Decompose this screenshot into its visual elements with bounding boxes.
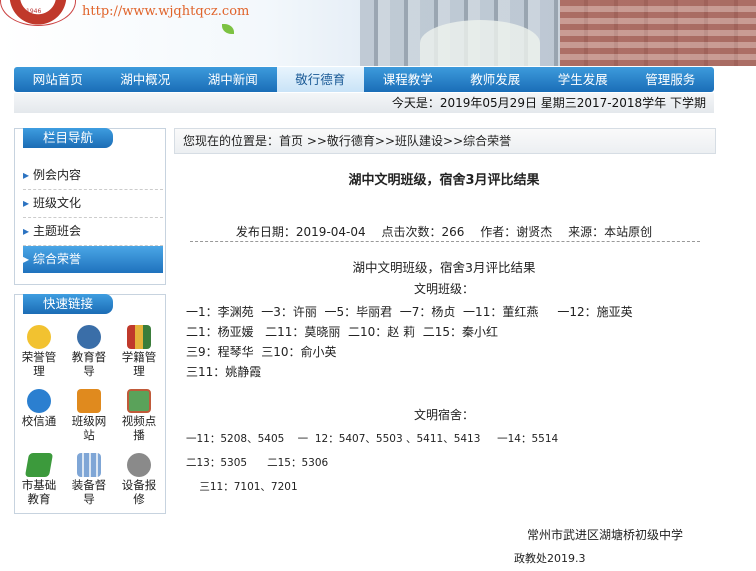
quick-link-label: 荣誉管理 bbox=[21, 350, 57, 378]
breadcrumb-text[interactable]: 您现在的位置是：首页 >>敬行德育>>班队建设>>综合荣誉 bbox=[175, 134, 511, 148]
quick-link-student-records[interactable]: 学籍管理 bbox=[117, 325, 161, 378]
sidebar-item-honors[interactable]: ▸ 综合荣誉 bbox=[23, 246, 163, 273]
gears-icon bbox=[127, 453, 151, 477]
article-subtitle: 湖中文明班级，宿舍3月评比结果 bbox=[352, 260, 536, 275]
date-bar: 今天是：2019年05月29日 星期三2017-2018学年 下学期 bbox=[14, 93, 714, 113]
sidebar-item-theme-meeting[interactable]: ▸ 主题班会 bbox=[23, 218, 163, 246]
nav-item-moral-education[interactable]: 敬行德育 bbox=[276, 67, 364, 92]
bullet-icon: ▸ bbox=[23, 224, 30, 238]
site-header: 1946 http://www.wjqhtqcz.com bbox=[0, 0, 756, 66]
header-tree-image bbox=[420, 20, 540, 66]
house-icon bbox=[77, 389, 101, 413]
leaf-icon bbox=[222, 24, 234, 34]
quick-link-label: 装备督导 bbox=[71, 478, 107, 506]
view-count: 点击次数：266 bbox=[381, 225, 465, 239]
nav-item-curriculum[interactable]: 课程教学 bbox=[364, 67, 452, 92]
article-title: 湖中文明班级，宿舍3月评比结果 bbox=[348, 173, 540, 188]
dorm-line: 二13：5305 二15：5306 bbox=[186, 457, 329, 469]
class-line: 一1：李渊苑 一3：许丽 一5：毕丽君 一7：杨贞 一11：董红燕 一12：施亚… bbox=[186, 305, 633, 319]
nav-item-teachers[interactable]: 教师发展 bbox=[452, 67, 540, 92]
article-meta: 发布日期：2019-04-04 点击次数：266 作者：谢贤杰 来源：本站原创 bbox=[174, 223, 714, 240]
camera-icon bbox=[77, 325, 101, 349]
map-icon bbox=[24, 453, 54, 477]
quick-link-label: 班级网站 bbox=[71, 414, 107, 442]
quick-link-education-supervision[interactable]: 教育督导 bbox=[67, 325, 111, 378]
category-panel-title: 栏目导航 bbox=[23, 128, 113, 148]
class-line: 三11：姚静霞 bbox=[186, 365, 262, 379]
quick-link-city-education[interactable]: 市基础教育 bbox=[17, 453, 61, 506]
quick-link-honor-management[interactable]: 荣誉管理 bbox=[17, 325, 61, 378]
bullet-icon: ▸ bbox=[23, 168, 30, 182]
sidebar-item-meetings[interactable]: ▸ 例会内容 bbox=[23, 162, 163, 190]
divider bbox=[190, 241, 700, 242]
quick-link-label: 校信通 bbox=[21, 414, 57, 428]
sidebar-item-class-culture[interactable]: ▸ 班级文化 bbox=[23, 190, 163, 218]
date-text: 今天是：2019年05月29日 星期三2017-2018学年 下学期 bbox=[391, 96, 706, 110]
quick-link-class-website[interactable]: 班级网站 bbox=[67, 389, 111, 442]
quick-link-label: 学籍管理 bbox=[121, 350, 157, 378]
nav-item-home[interactable]: 网站首页 bbox=[14, 67, 102, 92]
class-heading: 文明班级： bbox=[413, 282, 474, 296]
dorm-heading: 文明宿舍： bbox=[413, 408, 474, 422]
quick-link-equipment-supervision[interactable]: 装备督导 bbox=[67, 453, 111, 506]
dorm-line: 三11：7101、7201 bbox=[186, 481, 298, 493]
dorm-line: 一11：5208、5405 一 12：5407、5503 、5411、5413 … bbox=[186, 433, 559, 445]
signature-school: 常州市武进区湖塘桥初级中学 bbox=[527, 528, 684, 542]
sidebar-item-label: 综合荣誉 bbox=[33, 252, 82, 266]
grid-icon bbox=[77, 453, 101, 477]
quick-link-school-messaging[interactable]: 校信通 bbox=[17, 389, 61, 428]
class-line: 三9：程琴华 三10：俞小英 bbox=[186, 345, 337, 359]
sidebar-item-label: 班级文化 bbox=[33, 196, 82, 210]
category-panel: 栏目导航 ▸ 例会内容 ▸ 班级文化 ▸ 主题班会 ▸ 综合荣誉 bbox=[14, 128, 166, 285]
quick-link-label: 教育督导 bbox=[71, 350, 107, 378]
signature-department: 政教处2019.3 bbox=[514, 552, 586, 565]
bullet-icon: ▸ bbox=[23, 252, 30, 266]
author: 作者：谢贤杰 bbox=[480, 225, 553, 239]
chat-icon bbox=[27, 389, 51, 413]
main-nav: 网站首页 湖中概况 湖中新闻 敬行德育 课程教学 教师发展 学生发展 管理服务 bbox=[14, 67, 714, 92]
quick-link-label: 市基础教育 bbox=[21, 478, 57, 506]
nav-item-management[interactable]: 管理服务 bbox=[627, 67, 715, 92]
quick-link-label: 设备报修 bbox=[121, 478, 157, 506]
class-line: 二1：杨亚媛 二11：莫晓丽 二10：赵 莉 二15：秦小红 bbox=[186, 325, 498, 339]
bullet-icon: ▸ bbox=[23, 196, 30, 210]
quick-links-title: 快速链接 bbox=[23, 294, 113, 314]
publish-date: 发布日期：2019-04-04 bbox=[235, 225, 366, 239]
nav-item-news[interactable]: 湖中新闻 bbox=[189, 67, 277, 92]
sidebar-item-label: 例会内容 bbox=[33, 168, 82, 182]
logo-year: 1946 bbox=[26, 8, 42, 15]
tv-icon bbox=[127, 389, 151, 413]
source: 来源：本站原创 bbox=[568, 225, 653, 239]
nav-item-students[interactable]: 学生发展 bbox=[539, 67, 627, 92]
star-icon bbox=[27, 325, 51, 349]
header-building-image-2 bbox=[560, 0, 756, 66]
quick-link-video-on-demand[interactable]: 视频点播 bbox=[117, 389, 161, 442]
quick-links-panel: 快速链接 荣誉管理 教育督导 学籍管理 校信通 班级网站 视频点播 市基础教育 … bbox=[14, 294, 166, 514]
nav-item-overview[interactable]: 湖中概况 bbox=[102, 67, 190, 92]
quick-link-equipment-repair[interactable]: 设备报修 bbox=[117, 453, 161, 506]
books-icon bbox=[127, 325, 151, 349]
site-url[interactable]: http://www.wjqhtqcz.com bbox=[82, 4, 249, 19]
breadcrumb: 您现在的位置是：首页 >>敬行德育>>班队建设>>综合荣誉 bbox=[174, 128, 716, 154]
quick-link-label: 视频点播 bbox=[121, 414, 157, 442]
sidebar-item-label: 主题班会 bbox=[33, 224, 82, 238]
